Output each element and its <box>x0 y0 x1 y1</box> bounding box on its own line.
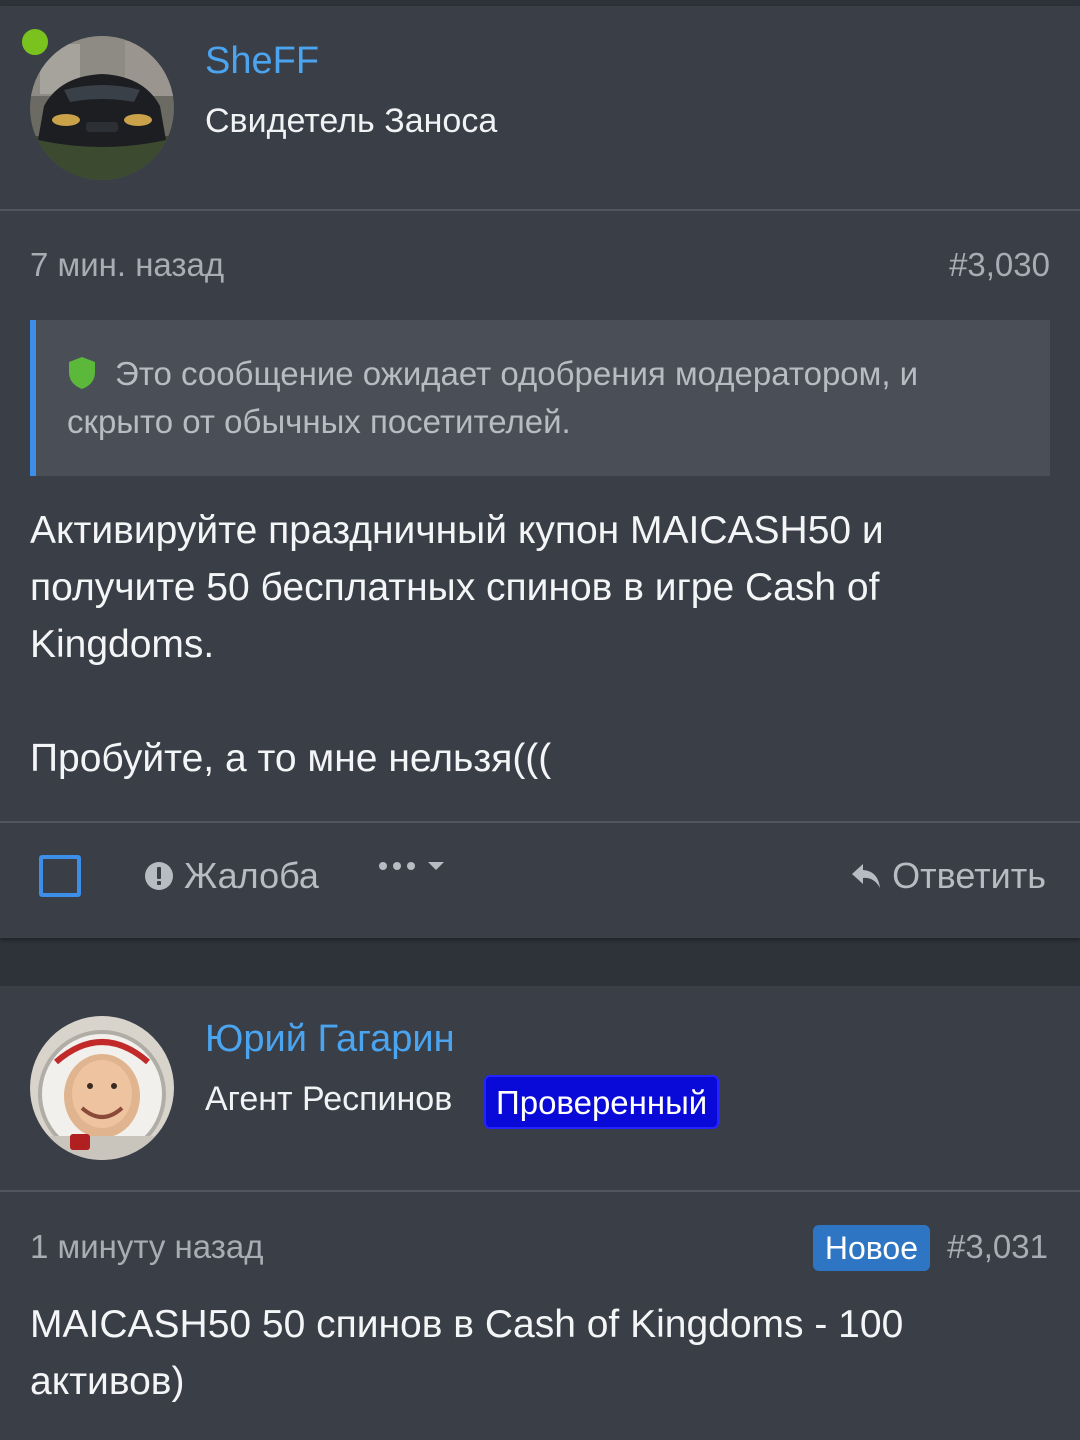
post-number[interactable]: #3,031 <box>947 1228 1048 1266</box>
report-button[interactable]: Жалоба <box>144 855 319 897</box>
post-3031: Юрий Гагарин Агент Респинов Проверенный … <box>0 986 1080 1440</box>
ellipsis-icon <box>379 862 415 870</box>
user-title: Свидетель Заноса <box>205 102 498 140</box>
avatar[interactable] <box>30 36 174 180</box>
user-banner-verified: Проверенный <box>484 1075 720 1129</box>
online-status-indicator <box>20 27 50 57</box>
post-message: Активируйте праздничный купон MAICASH50 … <box>30 509 884 780</box>
moderation-notice-text: Это сообщение ожидает одобрения модерато… <box>67 355 919 440</box>
select-post-checkbox[interactable] <box>39 855 81 897</box>
post-time[interactable]: 1 минуту назад <box>30 1228 263 1266</box>
post-3030: SheFF Свидетель Заноса 7 мин. назад #3,0… <box>0 6 1080 938</box>
avatar[interactable] <box>30 1016 174 1160</box>
post-user-block: Юрий Гагарин Агент Респинов Проверенный <box>0 986 1080 1192</box>
user-title: Агент Респинов <box>205 1080 453 1118</box>
username-link[interactable]: Юрий Гагарин <box>205 1018 455 1061</box>
new-post-badge: Новое <box>812 1225 930 1271</box>
car-avatar-image <box>30 36 174 180</box>
more-options-menu[interactable] <box>378 860 446 872</box>
report-label: Жалоба <box>184 855 319 896</box>
reply-button[interactable]: Ответить <box>850 855 1046 897</box>
shield-icon <box>69 357 95 389</box>
exclamation-circle-icon <box>145 862 173 890</box>
reply-arrow-icon <box>852 864 881 888</box>
moderation-notice: Это сообщение ожидает одобрения модерато… <box>30 320 1050 476</box>
cosmonaut-avatar-image <box>30 1016 174 1160</box>
post-number[interactable]: #3,030 <box>949 246 1050 284</box>
post-user-block: SheFF Свидетель Заноса <box>0 6 1080 211</box>
caret-down-icon <box>428 862 444 870</box>
post-actions-bar: Жалоба Ответить <box>0 821 1080 938</box>
post-time[interactable]: 7 мин. назад <box>30 246 224 284</box>
reply-label: Ответить <box>892 855 1046 896</box>
username-link[interactable]: SheFF <box>205 40 319 83</box>
post-message: MAICASH50 50 спинов в Cash of Kingdoms -… <box>30 1303 904 1403</box>
